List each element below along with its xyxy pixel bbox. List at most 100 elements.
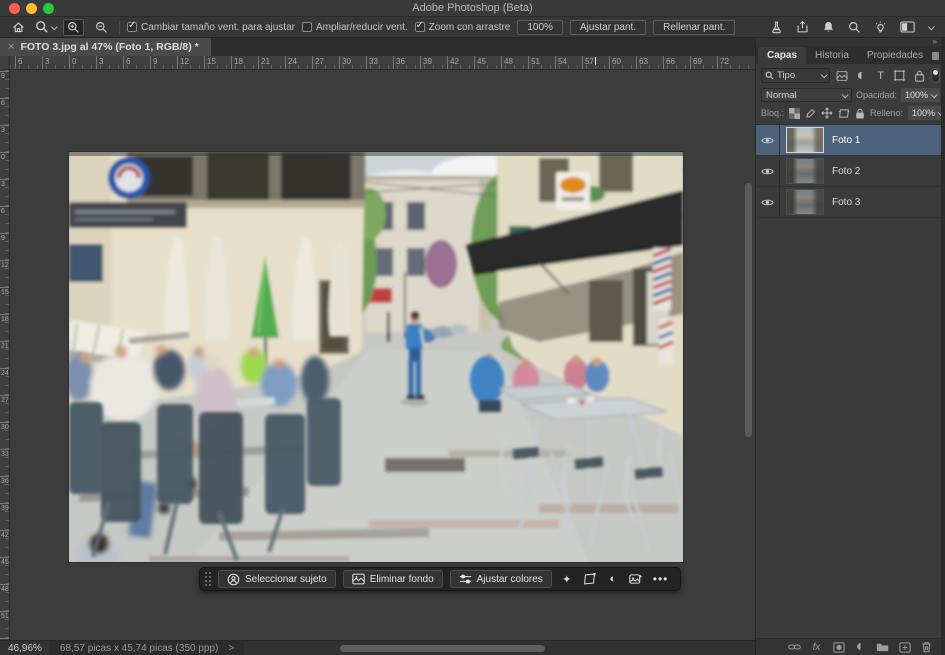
panel-menu-icon[interactable] [932, 52, 939, 60]
photo-canvas[interactable] [69, 152, 683, 562]
chevron-down-icon [51, 23, 58, 30]
option-checkbox-zoom-all-windows[interactable]: Ampliar/reducir vent. [302, 22, 408, 33]
ruler-tick-label: 9 [0, 233, 9, 242]
delete-layer-trash-icon[interactable] [920, 641, 933, 654]
zoom-in-button[interactable] [63, 19, 84, 36]
layer-name[interactable]: Foto 2 [832, 166, 860, 177]
layer-name[interactable]: Foto 3 [832, 197, 860, 208]
more-options-button[interactable]: ••• [651, 572, 671, 586]
divider [119, 21, 120, 34]
share-icon[interactable] [796, 20, 809, 34]
ruler-tick-label: 66 [663, 56, 675, 69]
canvas-area[interactable]: Seleccionar sujeto Eliminar fondo Ajusta… [10, 70, 755, 640]
layer-visibility-eye-icon[interactable] [756, 125, 780, 155]
fill-value[interactable]: 100% [908, 106, 945, 120]
layer-filter-toggle[interactable] [931, 68, 940, 83]
filter-smart-objects-icon[interactable] [912, 69, 926, 83]
search-icon [765, 71, 774, 80]
home-icon[interactable] [8, 19, 28, 36]
transform-icon[interactable] [582, 573, 598, 585]
vertical-ruler[interactable]: 9630369121518212427303336394245485154 [0, 70, 10, 640]
lock-all-icon[interactable] [855, 107, 865, 120]
filter-type-layers-icon[interactable]: T [874, 69, 888, 83]
tab-historia[interactable]: Historia [806, 47, 858, 64]
layer-thumbnail[interactable] [786, 189, 824, 215]
zoom-out-button[interactable] [91, 19, 112, 36]
canvas-horizontal-scrollbar[interactable] [340, 645, 545, 652]
layer-visibility-eye-icon[interactable] [756, 156, 780, 186]
option-checkbox-resize-window[interactable]: Cambiar tamaño vent. para ajustar [127, 22, 295, 33]
blend-mode-select[interactable]: Normal [761, 88, 852, 102]
search-icon[interactable] [848, 21, 861, 34]
generative-image-icon[interactable] [628, 573, 644, 585]
fit-screen-button[interactable]: Ajustar pant. [570, 20, 646, 35]
filter-type-select[interactable]: Tipo [761, 68, 830, 83]
ruler-tick-label: 12 [0, 260, 9, 269]
ruler-tick-label: 21 [258, 56, 270, 69]
add-layer-mask-icon[interactable] [832, 641, 845, 654]
ruler-tick-label: 57 [582, 56, 594, 69]
ruler-tick-label: 48 [0, 584, 9, 593]
new-layer-icon[interactable] [898, 641, 911, 654]
tab-propiedades[interactable]: Propiedades [858, 47, 932, 64]
minimize-window-button[interactable] [26, 3, 37, 14]
zoom-tool-button[interactable] [35, 20, 56, 34]
layers-panel-footer: fx ◐ [756, 638, 945, 655]
layer-thumbnail[interactable] [786, 127, 824, 153]
panel-dock-edge[interactable] [941, 38, 945, 655]
adjust-colors-button[interactable]: Ajustar colores [450, 570, 552, 588]
workspace-switcher-icon[interactable] [900, 21, 915, 33]
layer-row-foto-3[interactable]: Foto 3 [756, 187, 945, 218]
zoom-level-field[interactable]: 46,96% [0, 643, 50, 654]
tab-capas[interactable]: Capas [758, 47, 806, 64]
notifications-bell-icon[interactable] [822, 20, 835, 34]
close-tab-icon[interactable]: × [8, 41, 14, 53]
layer-name[interactable]: Foto 1 [832, 135, 860, 146]
layer-row-foto-1[interactable]: Foto 1 [756, 125, 945, 156]
close-window-button[interactable] [9, 3, 20, 14]
horizontal-ruler[interactable]: 6303691215182124273033363942454851545760… [10, 56, 755, 70]
filter-adjustment-layers-icon[interactable]: ◐ [854, 69, 868, 83]
layer-visibility-eye-icon[interactable] [756, 187, 780, 217]
document-info[interactable]: 68,57 picas x 45,74 picas (350 ppp) > [50, 641, 244, 655]
layer-thumbnail[interactable] [786, 158, 824, 184]
select-subject-button[interactable]: Seleccionar sujeto [218, 570, 336, 588]
discover-lightbulb-icon[interactable] [874, 20, 887, 34]
lock-artboard-icon[interactable] [838, 107, 850, 120]
zoom-window-button[interactable] [43, 3, 54, 14]
layer-styles-fx-icon[interactable]: fx [810, 641, 823, 654]
magic-wand-icon[interactable]: ✦ [559, 573, 575, 586]
collapse-panels-icon[interactable]: » [933, 38, 937, 46]
opacity-value[interactable]: 100% [901, 88, 940, 102]
lock-pixels-brush-icon[interactable] [805, 107, 816, 120]
lock-position-move-icon[interactable] [821, 107, 833, 120]
chevron-down-icon [821, 71, 828, 78]
lock-transparency-icon[interactable] [789, 107, 800, 120]
ruler-tick-label: 33 [0, 449, 9, 458]
ruler-tick-label: 0 [69, 56, 76, 69]
document-tab[interactable]: × FOTO 3.jpg al 47% (Foto 1, RGB/8) * [0, 38, 211, 56]
ruler-tick-label: 36 [393, 56, 405, 69]
ruler-tick-label: 39 [420, 56, 432, 69]
filter-shape-layers-icon[interactable] [893, 69, 907, 83]
link-layers-icon[interactable] [788, 641, 801, 654]
layer-row-foto-2[interactable]: Foto 2 [756, 156, 945, 187]
ruler-tick-label: 6 [0, 206, 9, 215]
zoom-100-button[interactable]: 100% [517, 20, 563, 35]
filter-pixel-layers-icon[interactable] [835, 69, 849, 83]
ruler-tick-label: 0 [0, 152, 9, 161]
ruler-tick-label: 72 [717, 56, 729, 69]
ruler-tick-label: 39 [0, 503, 9, 512]
taskbar-drag-handle[interactable] [204, 571, 211, 587]
option-checkbox-scrubby-zoom[interactable]: Zoom con arrastre [415, 22, 511, 33]
status-chevron-icon[interactable]: > [228, 643, 234, 654]
new-adjustment-layer-icon[interactable]: ◐ [854, 641, 867, 654]
new-group-folder-icon[interactable] [876, 641, 889, 654]
chevron-down-icon[interactable] [928, 23, 935, 30]
adjustments-icon[interactable]: ◐ [605, 573, 621, 585]
fill-screen-button[interactable]: Rellenar pant. [653, 20, 735, 35]
beta-feedback-icon[interactable] [770, 20, 783, 34]
canvas-vertical-scrollbar[interactable] [745, 183, 752, 437]
remove-background-button[interactable]: Eliminar fondo [343, 570, 443, 588]
panel-tab-bar: Capas Historia Propiedades [756, 46, 945, 64]
